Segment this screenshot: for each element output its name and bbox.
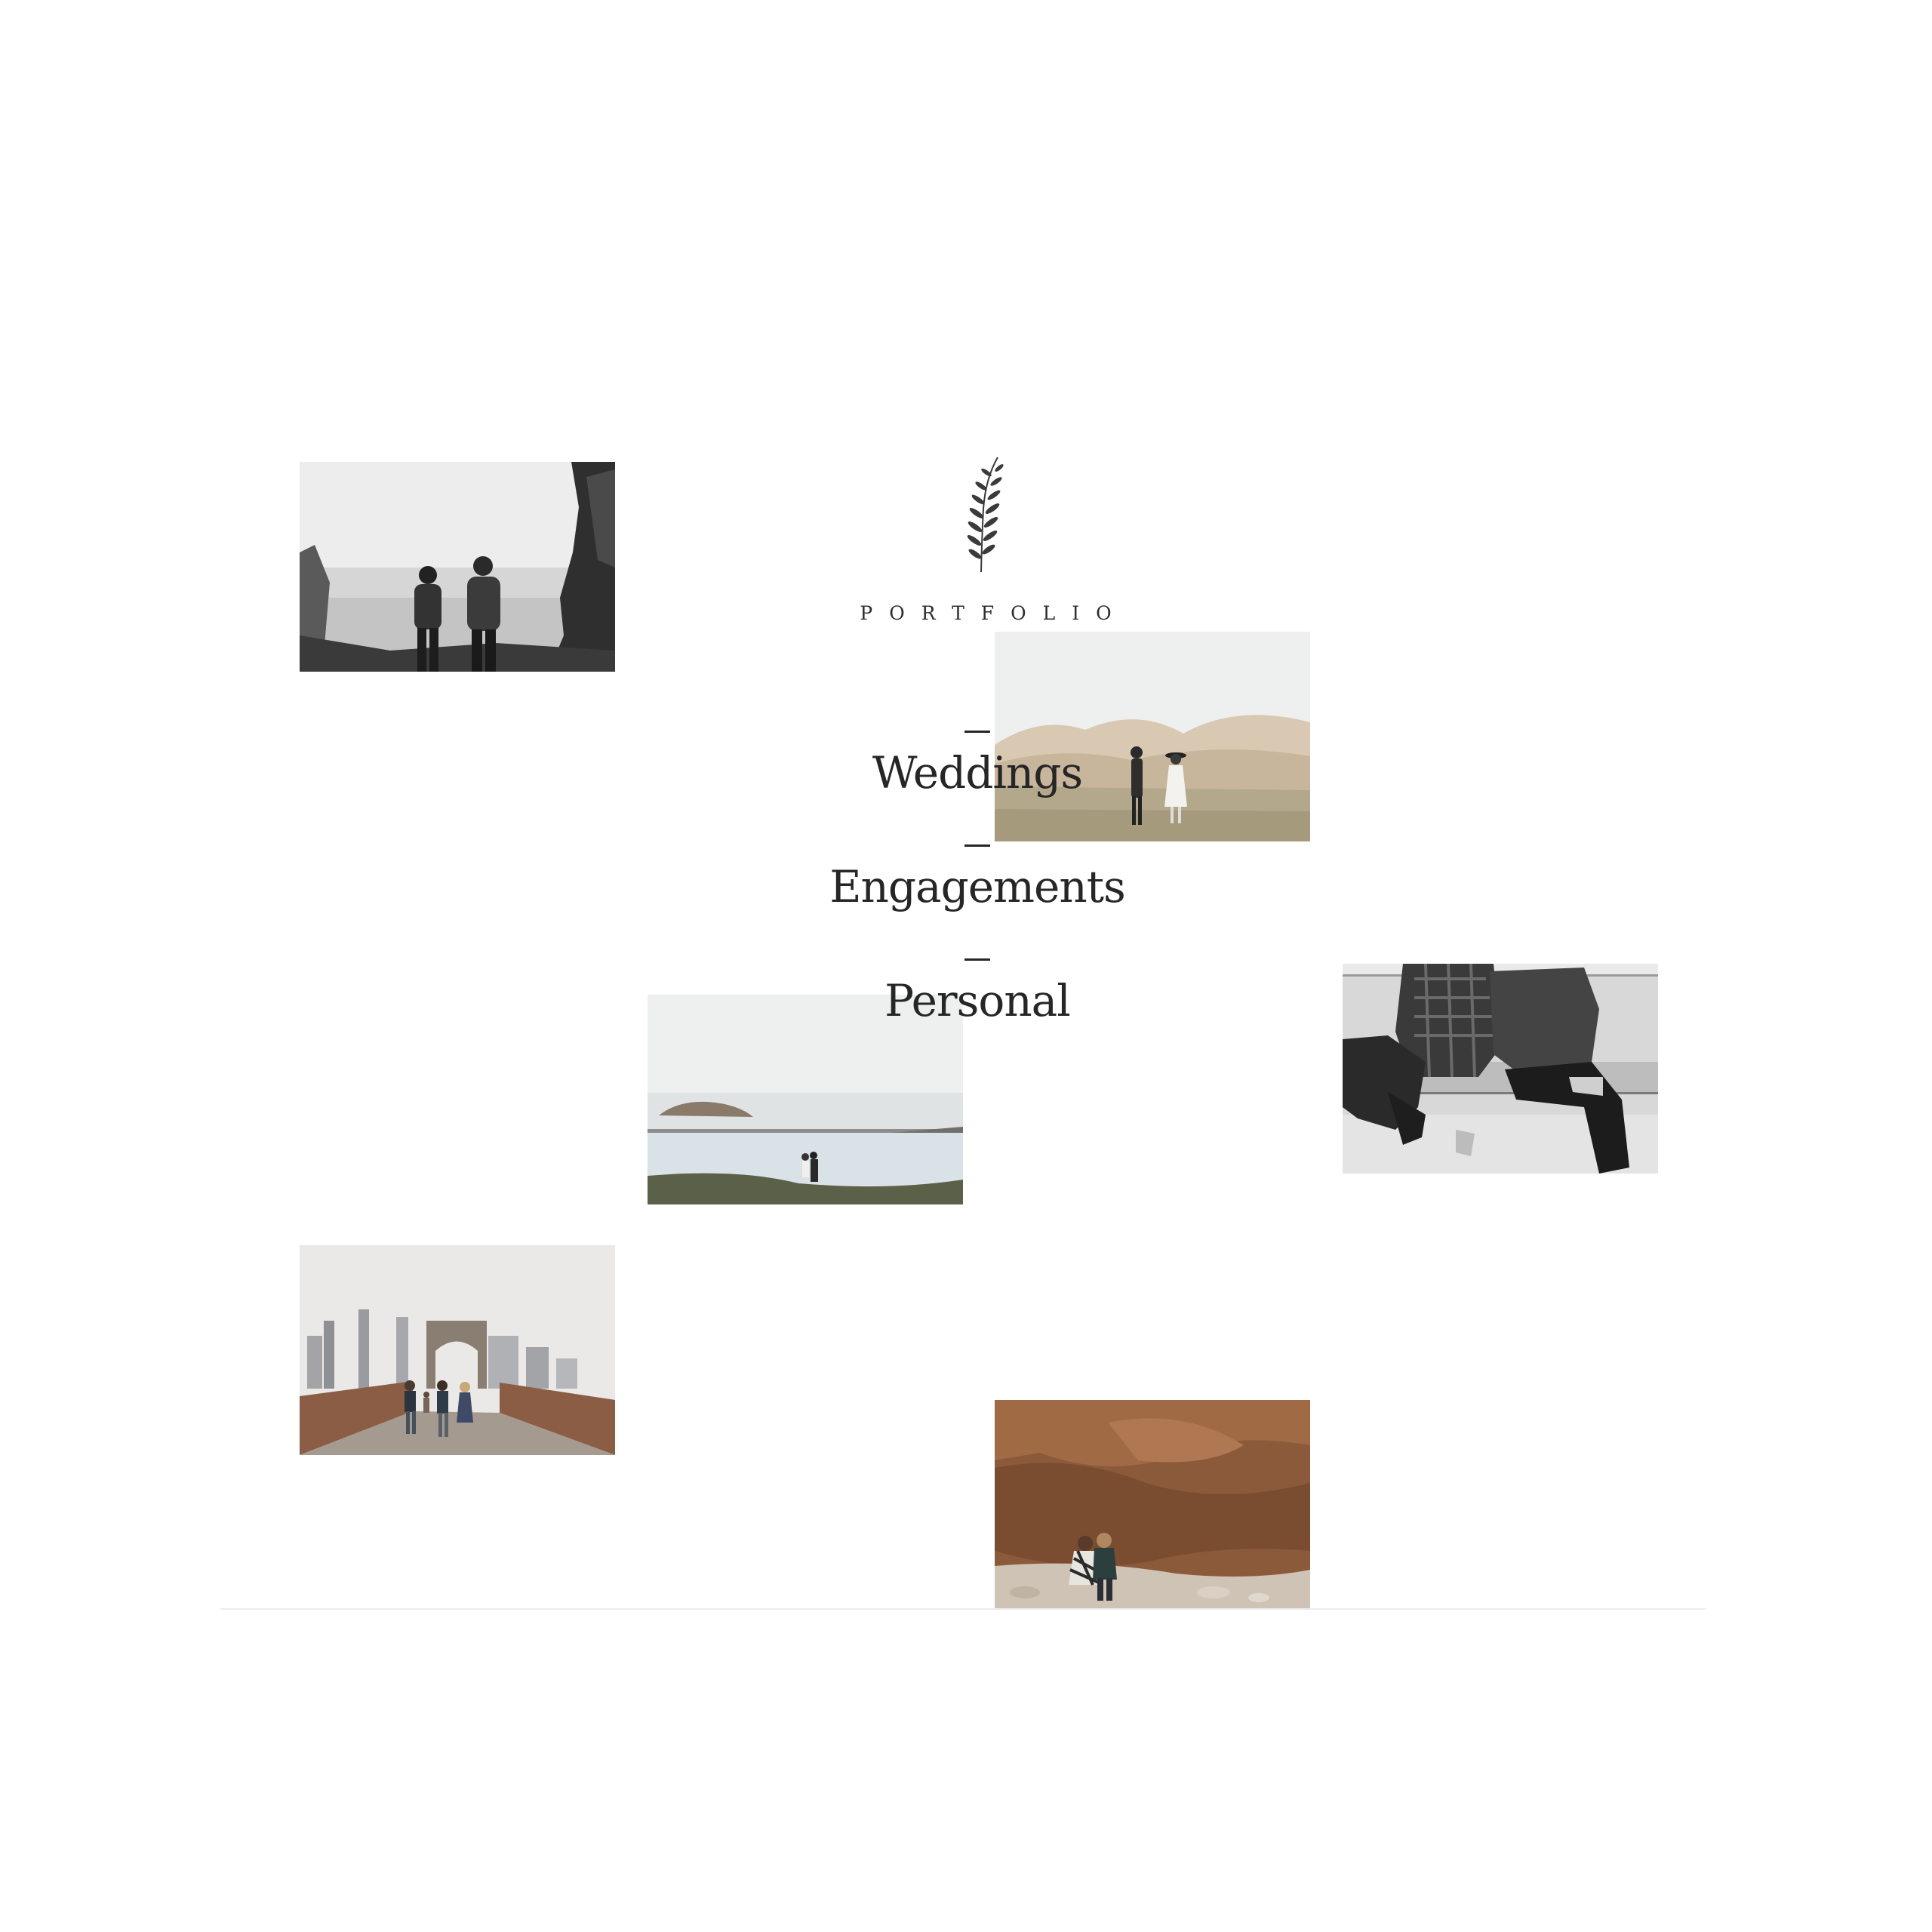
menu-item-label: Personal: [884, 975, 1071, 1026]
gallery-photo-couple-rocky-shore[interactable]: [300, 462, 615, 672]
portfolio-menu: Weddings Engagements Personal: [826, 731, 1128, 1072]
menu-item-engagements[interactable]: Engagements: [826, 844, 1128, 958]
photo-image: [300, 462, 615, 672]
menu-item-weddings[interactable]: Weddings: [826, 731, 1128, 844]
menu-item-label: Engagements: [829, 861, 1126, 912]
gallery-photo-couple-red-rock[interactable]: [995, 1400, 1310, 1610]
photo-image: [1343, 964, 1658, 1174]
photo-image: [300, 1245, 615, 1455]
menu-divider-dash: [964, 958, 990, 961]
gallery-photo-couple-on-steps[interactable]: [1343, 964, 1658, 1174]
gallery-photo-group-brooklyn-bridge[interactable]: [300, 1245, 615, 1455]
menu-item-label: Weddings: [872, 747, 1083, 798]
menu-item-personal[interactable]: Personal: [826, 958, 1128, 1072]
menu-divider-dash: [964, 731, 990, 733]
menu-divider-dash: [964, 844, 990, 847]
footer-divider: [220, 1608, 1706, 1610]
olive-branch-icon: [958, 456, 1004, 574]
portfolio-title: PORTFOLIO: [860, 602, 1128, 624]
photo-image: [995, 1400, 1310, 1610]
